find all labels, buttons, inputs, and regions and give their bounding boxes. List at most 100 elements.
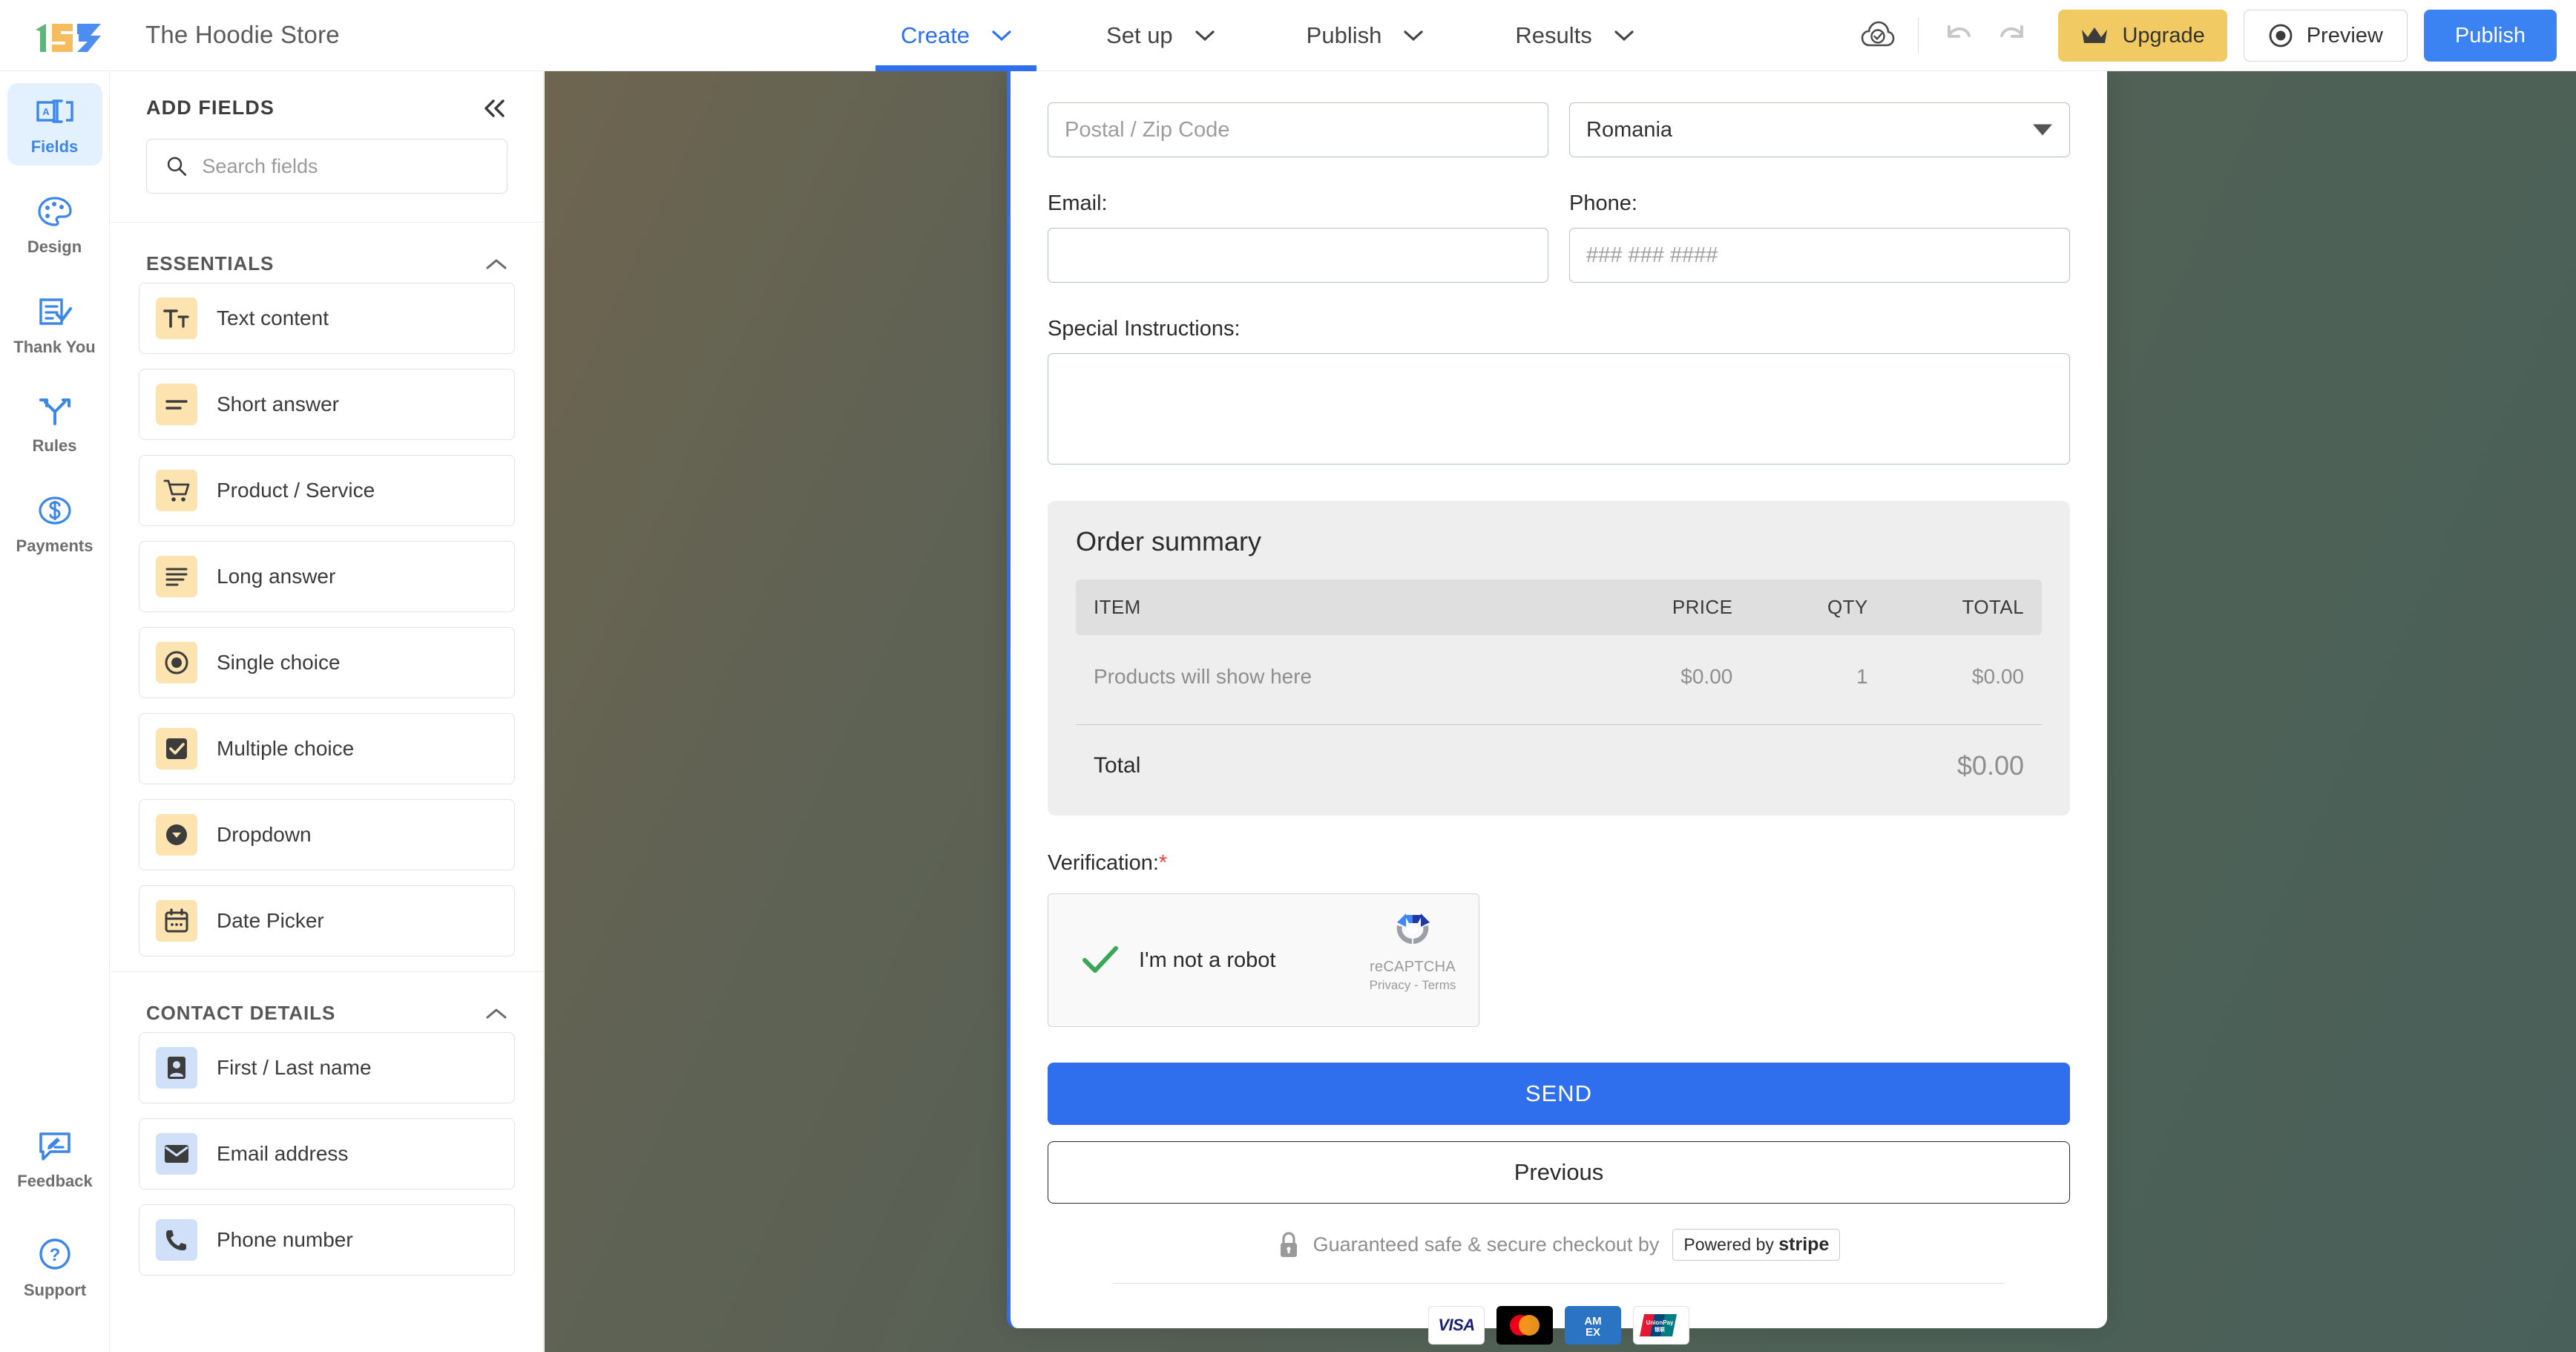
- mastercard-card-icon: [1496, 1306, 1553, 1345]
- send-button[interactable]: SEND: [1048, 1063, 2070, 1125]
- cart-icon: [156, 470, 197, 511]
- special-instructions-label: Special Instructions:: [1048, 317, 1241, 341]
- nav-item-create[interactable]: Create: [875, 0, 1037, 71]
- field-item-text-content[interactable]: Text content: [139, 283, 515, 354]
- publish-button[interactable]: Publish: [2423, 10, 2557, 62]
- preview-label: Preview: [2306, 23, 2383, 47]
- svg-text:?: ?: [50, 1245, 61, 1265]
- field-item-phone-number[interactable]: Phone number: [139, 1204, 515, 1276]
- nav-item-setup[interactable]: Set up: [1081, 0, 1240, 71]
- field-item-email-address[interactable]: Email address: [139, 1118, 515, 1189]
- postal-zip-input[interactable]: [1048, 102, 1548, 157]
- sidebar-item-fields[interactable]: A Fields: [7, 83, 102, 165]
- field-item-first-last-name[interactable]: First / Last name: [139, 1032, 515, 1103]
- group-header-contact-details[interactable]: CONTACT DETAILS: [111, 972, 543, 1032]
- field-item-single-choice[interactable]: Single choice: [139, 627, 515, 698]
- recaptcha-widget[interactable]: I'm not a robot reCAPTCHA Privacy - Term…: [1048, 893, 1479, 1027]
- email-input[interactable]: [1048, 228, 1548, 283]
- calendar-icon: [156, 900, 197, 942]
- secure-checkout-row: Guaranteed safe & secure checkout by Pow…: [1048, 1229, 2070, 1261]
- nav-label-results: Results: [1515, 22, 1592, 48]
- radio-icon: [156, 642, 197, 683]
- field-item-multiple-choice[interactable]: Multiple choice: [139, 713, 515, 784]
- table-total-row: Total $0.00: [1076, 725, 2042, 787]
- phone-label: Phone:: [1569, 191, 1637, 215]
- search-fields-box[interactable]: [146, 139, 507, 194]
- payments-icon: [38, 496, 71, 525]
- order-summary-table: ITEM PRICE QTY TOTAL Products will show …: [1076, 580, 2042, 786]
- sidebar-item-support[interactable]: ? Support: [7, 1225, 102, 1309]
- short-answer-icon: [156, 384, 197, 425]
- sidebar-label-thank-you: Thank You: [13, 338, 96, 356]
- field-item-date-picker[interactable]: Date Picker: [139, 885, 515, 956]
- app-logo[interactable]: [33, 19, 107, 53]
- checkbox-icon: [156, 728, 197, 769]
- field-label: Multiple choice: [217, 737, 355, 760]
- column-header-qty: QTY: [1827, 596, 1868, 618]
- total-label: Total: [1094, 753, 1141, 778]
- field-label: Long answer: [217, 565, 336, 588]
- email-phone-row: Email: Phone:: [1048, 191, 2070, 283]
- total-spacer-1: [1578, 725, 1732, 787]
- collapse-panel-button[interactable]: [482, 96, 507, 119]
- nav-label-setup: Set up: [1106, 22, 1173, 48]
- field-label: Date Picker: [217, 909, 324, 932]
- total-value: $0.00: [1956, 750, 2024, 781]
- cell-total: $0.00: [1971, 665, 2024, 688]
- field-list-contact-details: First / Last name Email address Phone nu…: [111, 1032, 543, 1276]
- eye-icon: [2269, 24, 2293, 47]
- preview-button[interactable]: Preview: [2243, 10, 2408, 62]
- group-header-essentials[interactable]: ESSENTIALS: [111, 223, 543, 283]
- field-label: Short answer: [217, 393, 339, 416]
- undo-icon: [1948, 25, 1971, 38]
- panel-title: ADD FIELDS: [146, 96, 275, 119]
- undo-button[interactable]: [1932, 9, 1985, 62]
- stripe-name: stripe: [1778, 1234, 1830, 1255]
- field-label: Text content: [217, 306, 329, 329]
- cell-item: Products will show here: [1094, 665, 1312, 688]
- nav-item-results[interactable]: Results: [1490, 0, 1658, 71]
- table-row: Products will show here $0.00 1 $0.00: [1076, 635, 2042, 725]
- field-item-product-service[interactable]: Product / Service: [139, 455, 515, 526]
- crown-icon: [2082, 27, 2108, 43]
- active-tab-underline: [875, 65, 1037, 71]
- cloud-check-icon: [1862, 21, 1895, 47]
- previous-button[interactable]: Previous: [1048, 1141, 2070, 1204]
- nav-label-publish: Publish: [1306, 22, 1382, 48]
- redo-icon: [2000, 25, 2024, 38]
- save-status-button[interactable]: [1851, 9, 1905, 62]
- recaptcha-terms-link[interactable]: Privacy - Terms: [1364, 978, 1461, 993]
- field-item-short-answer[interactable]: Short answer: [139, 369, 515, 440]
- special-instructions-textarea[interactable]: [1048, 353, 2070, 465]
- nav-item-publish[interactable]: Publish: [1281, 0, 1449, 71]
- field-item-long-answer[interactable]: Long answer: [139, 541, 515, 612]
- sidebar-item-thank-you[interactable]: Thank You: [7, 283, 102, 366]
- phone-input[interactable]: [1569, 228, 2070, 283]
- field-item-dropdown[interactable]: Dropdown: [139, 799, 515, 870]
- cell-price: $0.00: [1680, 665, 1733, 688]
- column-header-item: ITEM: [1094, 596, 1141, 618]
- toolbar-divider: [1918, 18, 1919, 53]
- search-input[interactable]: [202, 154, 487, 178]
- country-select[interactable]: [1569, 102, 2070, 157]
- chevron-down-icon: [1614, 30, 1634, 42]
- thankyou-icon: [39, 298, 72, 325]
- field-label: Phone number: [217, 1228, 353, 1251]
- country-field-group: [1569, 102, 2070, 157]
- upgrade-label: Upgrade: [2122, 23, 2205, 47]
- form-canvas: Email: Phone: Special Instructions: Orde…: [545, 71, 2576, 1352]
- svg-text:银联: 银联: [1655, 1326, 1666, 1333]
- svg-text:EX: EX: [1586, 1326, 1600, 1339]
- add-fields-panel: ADD FIELDS ESSENTIALS Text: [111, 71, 544, 1352]
- text-content-icon: [156, 298, 197, 339]
- redo-button[interactable]: [1985, 9, 2039, 62]
- recaptcha-brand-name: reCAPTCHA: [1369, 959, 1456, 975]
- total-spacer-2: [1732, 725, 1867, 787]
- chevron-up-icon: [486, 1008, 507, 1018]
- sidebar-item-design[interactable]: Design: [7, 183, 102, 266]
- upgrade-button[interactable]: Upgrade: [2058, 10, 2227, 62]
- sidebar-item-feedback[interactable]: Feedback: [7, 1119, 102, 1200]
- sidebar-label-support: Support: [23, 1281, 87, 1299]
- sidebar-item-rules[interactable]: Rules: [7, 384, 102, 465]
- sidebar-item-payments[interactable]: Payments: [7, 482, 102, 565]
